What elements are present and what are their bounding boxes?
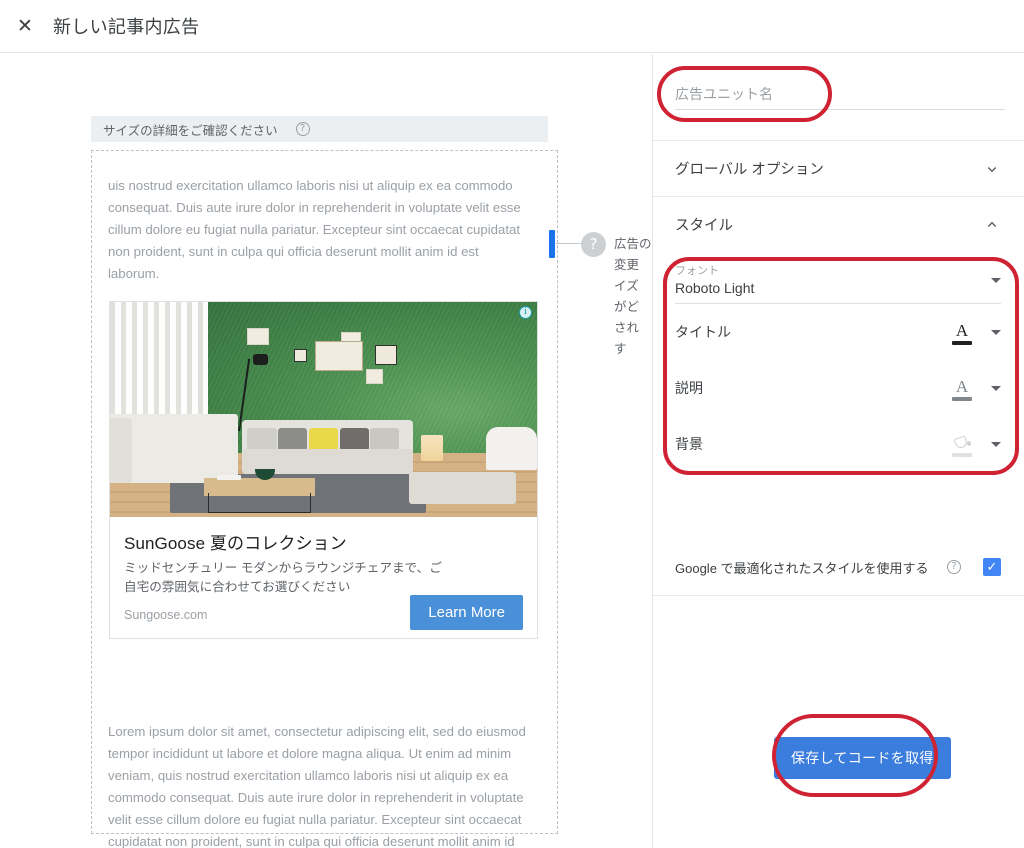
page-title: 新しい記事内広告 [53, 17, 200, 37]
font-label: フォント [675, 265, 719, 277]
style-row-background-label: 背景 [675, 436, 703, 452]
ad-unit-name-field-wrapper [675, 78, 1005, 110]
close-icon[interactable]: ✕ [13, 14, 37, 38]
section-global-options[interactable]: グローバル オプション [653, 140, 1024, 196]
resize-tooltip-text: 広告の 変更 イズ がど され す [614, 234, 652, 360]
ad-unit-editor-page: ✕ 新しい記事内広告 サイズの詳細をご確認ください ? uis nostrud … [0, 0, 1024, 848]
check-icon: ✓ [986, 559, 998, 575]
font-value: Roboto Light [675, 280, 755, 296]
swatch-letter: A [955, 377, 969, 396]
optimized-styles-label: Google で最適化されたスタイルを使用する [675, 560, 929, 576]
paint-bucket-icon [949, 431, 975, 457]
style-row-description[interactable]: 説明 A [653, 360, 1024, 416]
section-style[interactable]: スタイル [653, 196, 1024, 252]
adchoices-info-icon[interactable]: i [519, 306, 532, 319]
divider [653, 595, 1024, 596]
ad-image: i [110, 302, 537, 517]
optimized-styles-row: Google で最適化されたスタイルを使用する ? ✓ [653, 544, 1024, 590]
question-mark-icon[interactable]: ? [581, 232, 606, 257]
chevron-down-icon[interactable] [991, 329, 1001, 335]
ad-title: SunGoose 夏のコレクション [124, 534, 347, 553]
ad-text-body: SunGoose 夏のコレクション ミッドセンチュリー モダンからラウンジチェア… [110, 517, 537, 640]
section-style-label: スタイル [675, 218, 733, 234]
preview-filler-text-bottom: Lorem ipsum dolor sit amet, consectetur … [108, 724, 526, 848]
preview-filler-text-top: uis nostrud exercitation ullamco laboris… [108, 178, 521, 281]
ad-preview-frame: uis nostrud exercitation ullamco laboris… [91, 150, 558, 848]
size-details-banner: サイズの詳細をご確認ください ? [91, 116, 548, 142]
tooltip-line: イズ [614, 279, 639, 293]
style-row-title[interactable]: タイトル A [653, 304, 1024, 360]
style-options-group: フォント Roboto Light タイトル A 説明 A 背景 [653, 252, 1024, 472]
chevron-down-icon[interactable] [991, 441, 1001, 447]
optimized-styles-checkbox[interactable]: ✓ [983, 558, 1001, 576]
tooltip-connector-line [556, 243, 582, 244]
ad-description: ミッドセンチュリー モダンからラウンジチェアまで、ご自宅の雰囲気に合わせてお選び… [124, 561, 442, 594]
chevron-down-icon [991, 278, 1001, 283]
save-and-get-code-button[interactable]: 保存してコードを取得 [774, 737, 951, 779]
style-row-description-label: 説明 [675, 380, 703, 396]
tooltip-line: がど [614, 300, 640, 314]
style-row-background[interactable]: 背景 [653, 416, 1024, 472]
help-circle-icon[interactable]: ? [295, 122, 310, 136]
text-color-icon: A [949, 375, 975, 401]
swatch-letter: A [955, 321, 969, 340]
preview-pane: サイズの詳細をご確認ください ? uis nostrud exercitatio… [0, 54, 652, 848]
chevron-down-icon[interactable] [991, 385, 1001, 391]
preview-resize-handle[interactable] [549, 230, 555, 258]
text-color-icon: A [949, 319, 975, 345]
section-global-options-label: グローバル オプション [675, 162, 824, 178]
chevron-up-icon [983, 216, 1001, 234]
help-circle-icon[interactable]: ? [947, 560, 961, 574]
ad-unit-name-input[interactable] [675, 78, 1005, 110]
size-details-text: サイズの詳細をご確認ください [103, 123, 278, 138]
tooltip-line: 変更 [614, 258, 640, 272]
ad-creative-card[interactable]: i SunGoose 夏のコレクション ミッドセンチュリー モダンからラウンジチ… [109, 301, 538, 639]
chevron-down-icon [983, 160, 1001, 178]
page-header: ✕ 新しい記事内広告 [0, 0, 1024, 53]
font-select[interactable]: フォント Roboto Light [653, 252, 1024, 304]
tooltip-line: され [614, 321, 640, 335]
tooltip-line: す [614, 342, 627, 356]
settings-pane: グローバル オプション スタイル フォント Roboto Light タイトル … [652, 54, 1024, 848]
tooltip-line: 広告の [614, 237, 652, 251]
style-row-title-label: タイトル [675, 324, 731, 340]
learn-more-button[interactable]: Learn More [410, 595, 523, 630]
living-room-illustration [110, 302, 537, 517]
ad-domain: Sungoose.com [124, 608, 208, 622]
